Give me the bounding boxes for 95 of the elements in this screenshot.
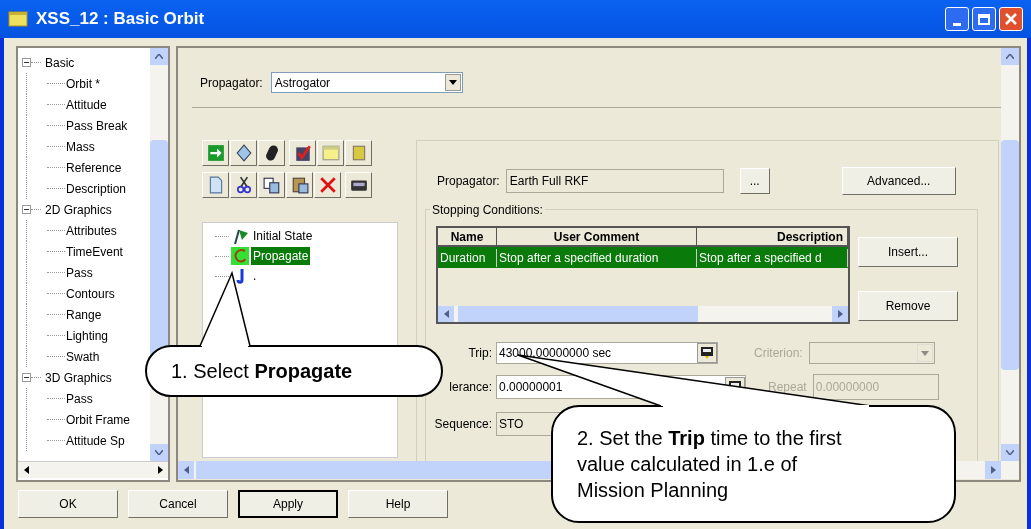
scissors-icon: [234, 176, 253, 194]
chevron-left-icon: [183, 466, 189, 474]
sequence-label: Sequence:: [434, 416, 492, 433]
chevron-up-icon: [155, 54, 164, 59]
toolbar-button[interactable]: [230, 172, 257, 198]
caret-icon: [448, 80, 457, 85]
repeat-field: 0.00000000: [812, 374, 939, 400]
chevron-down-icon: [155, 450, 164, 455]
chevron-right-icon: [837, 310, 843, 318]
tree-item[interactable]: Pass: [66, 389, 93, 408]
tree-item[interactable]: Attributes: [66, 221, 117, 240]
toolbar-button[interactable]: [230, 140, 257, 166]
scroll-thumb[interactable]: [1001, 139, 1019, 370]
table-cell: Duration: [438, 248, 497, 267]
paste-icon: [290, 176, 309, 194]
table-row[interactable]: Duration Stop after a specified duration Stop after a specified d: [438, 247, 848, 268]
minimize-button[interactable]: [945, 7, 969, 31]
collapse-icon[interactable]: [22, 58, 31, 67]
tree-item[interactable]: Reference: [66, 158, 122, 177]
flag-icon: [231, 227, 249, 245]
vertical-scrollbar[interactable]: [1001, 48, 1019, 461]
chevron-down-icon: [1006, 450, 1014, 455]
scroll-up-button[interactable]: [1001, 48, 1019, 65]
dialog-button[interactable]: Apply: [238, 490, 338, 518]
trip-label: Trip:: [468, 345, 492, 362]
delete-icon: [318, 176, 337, 194]
dialog-button[interactable]: Cancel: [128, 490, 228, 518]
chevron-left-icon: [443, 310, 449, 318]
scroll-up-button[interactable]: [150, 48, 168, 65]
scroll-down-button[interactable]: [150, 444, 168, 461]
column-header[interactable]: User Comment: [497, 228, 697, 245]
tree-item[interactable]: Pass: [66, 263, 93, 282]
toolbar-button[interactable]: [345, 172, 372, 198]
tolerance-label: lerance:: [449, 379, 492, 396]
tree-item[interactable]: Lighting: [66, 326, 109, 345]
tree-item[interactable]: 3D Graphics: [41, 368, 112, 387]
tree-item[interactable]: Pass Break: [66, 116, 128, 135]
tree-item[interactable]: Swath: [66, 347, 100, 366]
collapse-icon[interactable]: [22, 205, 31, 214]
tree-item[interactable]: Description: [66, 179, 127, 198]
browse-button[interactable]: ...: [739, 168, 770, 194]
vertical-scrollbar[interactable]: [150, 48, 168, 461]
maximize-button[interactable]: [972, 7, 996, 31]
window-icon: [8, 11, 28, 27]
toolbar-button[interactable]: [258, 172, 285, 198]
diamond-icon: [234, 144, 253, 162]
advanced-button[interactable]: Advanced...: [841, 167, 956, 195]
trip-field[interactable]: 43000.00000000 sec: [496, 342, 718, 364]
dialog-button[interactable]: OK: [18, 490, 118, 518]
tree-item[interactable]: Orbit *: [66, 74, 100, 93]
horizontal-scrollbar[interactable]: [18, 461, 168, 478]
propagator-label: Propagator:: [437, 173, 500, 190]
tree-item[interactable]: Contours: [66, 284, 115, 303]
table-cell: Stop after a specified duration: [497, 248, 697, 267]
toolbar-button[interactable]: [258, 140, 285, 166]
toolbar-button[interactable]: [286, 172, 313, 198]
dialog-button[interactable]: Help: [348, 490, 448, 518]
tree-item[interactable]: TimeEvent: [66, 242, 123, 261]
chevron-right-icon: [157, 466, 163, 474]
insert-button[interactable]: Insert...: [858, 237, 958, 267]
toolbar-button[interactable]: [289, 140, 316, 166]
column-header[interactable]: Description: [697, 228, 848, 245]
tree-item[interactable]: Mass: [66, 137, 95, 156]
copy-icon: [262, 176, 281, 194]
sequence-item[interactable]: .: [251, 267, 259, 285]
checkmark-icon: [293, 144, 312, 162]
close-icon: [1005, 13, 1017, 25]
criterion-label: Criterion:: [754, 345, 803, 362]
chevron-right-icon: [990, 466, 996, 474]
caret-icon: [920, 350, 929, 356]
window-title: XSS_12 : Basic Orbit: [36, 8, 205, 31]
chevron-left-icon: [23, 466, 29, 474]
curve-icon: [231, 247, 249, 265]
scroll-down-button[interactable]: [1001, 444, 1019, 461]
propagator-field: Earth Full RKF: [505, 169, 724, 193]
remove-button[interactable]: Remove: [858, 291, 958, 321]
collapse-icon[interactable]: [22, 373, 31, 382]
tree-item[interactable]: Orbit Frame: [66, 410, 130, 429]
repeat-label: Repeat: [768, 379, 807, 396]
sequence-item[interactable]: Propagate: [251, 247, 311, 265]
chevron-up-icon: [1006, 54, 1014, 59]
tree-item[interactable]: 2D Graphics: [41, 200, 112, 219]
tree-item[interactable]: Attitude: [66, 95, 107, 114]
sequence-item[interactable]: Initial State: [251, 227, 315, 245]
close-button[interactable]: [999, 7, 1023, 31]
propagator-label: Propagator:: [200, 74, 263, 92]
tree-item[interactable]: Basic: [41, 53, 75, 72]
tree-item[interactable]: Attitude Sp: [66, 431, 125, 450]
table-cell: Stop after a specified d: [697, 248, 848, 267]
column-header[interactable]: Name: [438, 228, 497, 245]
window-icon: [321, 144, 340, 162]
hook-icon: [236, 267, 244, 285]
tree-item[interactable]: Range: [66, 305, 102, 324]
calculator-icon: [700, 346, 714, 360]
propagator-dropdown[interactable]: Astrogator: [270, 72, 463, 93]
